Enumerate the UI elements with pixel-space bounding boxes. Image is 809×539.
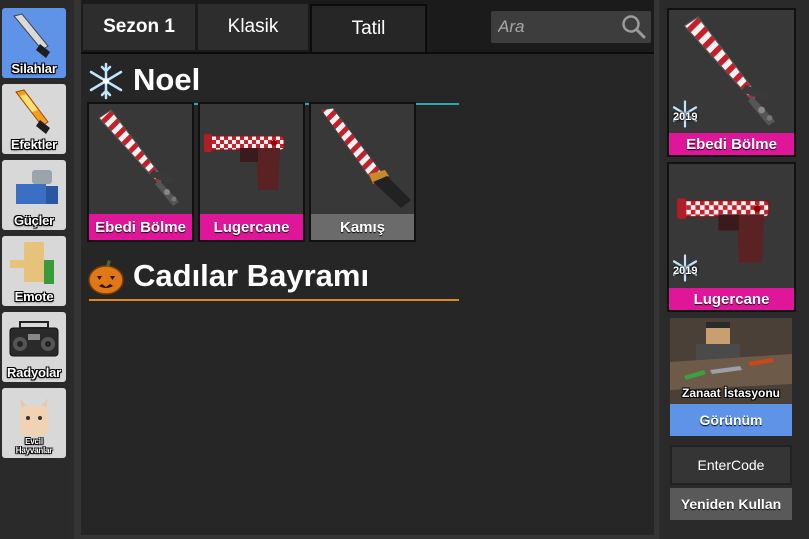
item-name: Ebedi Bölme	[89, 214, 192, 240]
sidebar-item-weapons[interactable]: Silahlar	[2, 8, 66, 78]
snowflake-icon	[89, 62, 123, 100]
candy-cane-sword-icon	[89, 104, 192, 214]
inventory-inner: Sezon 1 Klasik Tatil Ara Noel Ebedi Bölm…	[81, 0, 654, 535]
equipped-knife-card[interactable]: 2019 Ebedi Bölme	[667, 8, 796, 157]
search-input[interactable]	[498, 15, 618, 39]
item-name: Ebedi Bölme	[669, 133, 794, 155]
items-content: Noel Ebedi Bölme Lugercane Kamış Cadılar…	[81, 52, 654, 535]
pets-label-line2: Hayvanlar	[15, 446, 53, 455]
character-power-icon	[16, 170, 58, 204]
view-button[interactable]: Görünüm	[670, 404, 792, 436]
section-divider	[89, 299, 459, 301]
item-card-lugercane[interactable]: Lugercane	[198, 102, 305, 242]
sidebar-item-powers[interactable]: Güçler	[2, 160, 66, 230]
enter-code-button[interactable]: EnterCode	[670, 445, 792, 485]
search-icon[interactable]	[621, 14, 647, 40]
candy-cane-pistol-icon	[200, 104, 303, 214]
section-title: Cadılar Bayramı	[133, 258, 370, 293]
sidebar-item-label: Evcil Hayvanlar	[2, 437, 66, 455]
section-title: Noel	[133, 62, 201, 97]
character-emote-icon	[10, 242, 54, 284]
section-christmas: Noel	[87, 62, 467, 105]
year-badge: 2019	[673, 265, 698, 277]
pets-label-line1: Evcil	[25, 437, 43, 446]
inventory-panel: Sezon 1 Klasik Tatil Ara Noel Ebedi Bölm…	[74, 0, 659, 539]
year-badge: 2019	[673, 111, 698, 123]
sidebar-item-label: Radyolar	[6, 365, 62, 380]
tab-holiday[interactable]: Tatil	[310, 4, 427, 52]
equipped-gun-card[interactable]: 2019 Lugercane	[667, 162, 796, 312]
knife-icon	[13, 13, 50, 58]
pet-cat-icon	[20, 398, 48, 436]
sidebar-item-pets[interactable]: Evcil Hayvanlar	[2, 388, 66, 458]
item-name: Lugercane	[200, 214, 303, 240]
equipped-panel: 2019 Ebedi Bölme 2019 Lugercane Zanaat İ…	[661, 0, 809, 539]
category-sidebar: Silahlar Efektler Güçler Emote Radyolar …	[0, 0, 70, 539]
sidebar-item-label: Silahlar	[11, 61, 57, 76]
sidebar-item-effects[interactable]: Efektler	[2, 84, 66, 154]
sidebar-item-emote[interactable]: Emote	[2, 236, 66, 306]
sidebar-item-label: Güçler	[14, 213, 54, 228]
item-name: Kamış	[311, 214, 414, 240]
tab-classic[interactable]: Klasik	[198, 4, 308, 50]
sidebar-item-label: Emote	[14, 289, 54, 304]
sidebar-item-radios[interactable]: Radyolar	[2, 312, 66, 382]
crafting-station[interactable]: Zanaat İstasyonu	[670, 318, 792, 404]
tab-season-1[interactable]: Sezon 1	[83, 4, 195, 50]
boombox-icon	[9, 321, 59, 357]
item-card-candy-cane[interactable]: Kamış	[309, 102, 416, 242]
flame-knife-icon	[15, 89, 50, 134]
sidebar-item-label: Efektler	[10, 137, 58, 152]
item-name: Lugercane	[669, 288, 794, 310]
candy-cane-knife-icon	[311, 104, 414, 214]
crafting-station-label: Zanaat İstasyonu	[681, 386, 781, 400]
section-halloween: Cadılar Bayramı	[87, 258, 467, 301]
reuse-button[interactable]: Yeniden Kullan	[670, 488, 792, 520]
item-card-eternal-divide[interactable]: Ebedi Bölme	[87, 102, 194, 242]
search-box[interactable]	[491, 11, 651, 43]
pumpkin-icon	[88, 260, 124, 295]
